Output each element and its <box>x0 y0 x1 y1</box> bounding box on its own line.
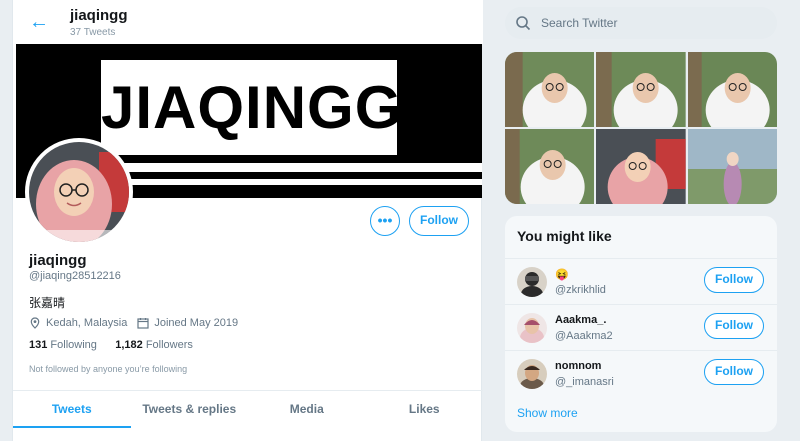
profile-column: ← jiaqingg 37 Tweets JIAQINGG ••• Follow… <box>12 0 483 441</box>
media-thumbnail[interactable] <box>687 52 777 127</box>
media-grid <box>505 52 777 204</box>
media-thumbnail[interactable] <box>687 129 777 204</box>
media-thumbnail[interactable] <box>596 129 686 204</box>
suggestion-handle: @Aaakma2 <box>555 330 613 342</box>
avatar[interactable] <box>517 313 547 343</box>
followers-count: 1,182 <box>115 339 143 351</box>
followers-link[interactable]: 1,182 Followers <box>115 339 193 351</box>
profile-meta: Kedah, Malaysia Joined May 2019 <box>29 317 238 329</box>
banner-stripe <box>101 179 482 185</box>
follow-button[interactable]: Follow <box>704 359 764 385</box>
profile-location: Kedah, Malaysia <box>46 317 128 329</box>
followers-label: Followers <box>145 339 193 351</box>
calendar-icon <box>137 318 149 329</box>
suggestion-name: Aaakma_. <box>555 314 607 326</box>
more-options-button[interactable]: ••• <box>370 206 400 236</box>
tab-media[interactable]: Media <box>248 391 366 428</box>
followed-by-note: Not followed by anyone you’re following <box>29 364 188 374</box>
profile-counts: 131 Following 1,182 Followers <box>29 339 193 351</box>
profile-bio: 张嘉晴 <box>29 296 66 310</box>
banner-text-box: JIAQINGG <box>101 60 403 155</box>
search-input[interactable] <box>541 7 766 39</box>
profile-name: jiaqingg <box>29 252 87 269</box>
location-pin-icon <box>30 317 40 329</box>
who-to-follow-panel: You might like 😝 @zkrikhlid Follow Aaakm… <box>505 216 777 432</box>
suggestion-row[interactable]: nomnom @_imanasri Follow <box>505 350 777 396</box>
suggestion-name: 😝 <box>555 269 569 281</box>
banner-stripe <box>101 163 482 172</box>
profile-header: ← jiaqingg 37 Tweets <box>13 0 483 44</box>
search-bar <box>505 7 777 39</box>
back-arrow-icon[interactable]: ← <box>29 12 49 32</box>
suggestion-row[interactable]: Aaakma_. @Aaakma2 Follow <box>505 304 777 350</box>
avatar[interactable] <box>517 267 547 297</box>
profile-joined: Joined May 2019 <box>154 317 239 329</box>
avatar[interactable] <box>517 359 547 389</box>
follow-button[interactable]: Follow <box>704 313 764 339</box>
suggestion-handle: @_imanasri <box>555 376 614 388</box>
tab-tweets[interactable]: Tweets <box>13 391 131 428</box>
follow-button[interactable]: Follow <box>704 267 764 293</box>
media-thumbnail[interactable] <box>505 129 595 204</box>
following-label: Following <box>50 339 97 351</box>
tab-tweets-replies[interactable]: Tweets & replies <box>131 391 249 428</box>
following-count: 131 <box>29 339 48 351</box>
media-thumbnail[interactable] <box>596 52 686 127</box>
search-icon <box>516 16 531 31</box>
following-link[interactable]: 131 Following <box>29 339 97 351</box>
joined-group: Joined May 2019 <box>137 317 238 329</box>
profile-tabs: Tweets Tweets & replies Media Likes <box>13 390 483 428</box>
suggestion-name: nomnom <box>555 360 602 372</box>
media-thumbnail[interactable] <box>505 52 595 127</box>
follow-button[interactable]: Follow <box>409 206 469 236</box>
profile-avatar[interactable] <box>25 138 133 246</box>
header-name: jiaqingg <box>70 7 128 24</box>
suggestion-handle: @zkrikhlid <box>555 284 606 296</box>
show-more-link[interactable]: Show more <box>517 406 578 420</box>
profile-handle: @jiaqing28512216 <box>29 270 121 282</box>
who-to-follow-title: You might like <box>517 228 612 244</box>
tweet-count: 37 Tweets <box>70 27 116 38</box>
banner-text: JIAQINGG <box>101 74 403 141</box>
suggestion-row[interactable]: 😝 @zkrikhlid Follow <box>505 258 777 304</box>
tab-likes[interactable]: Likes <box>366 391 484 428</box>
